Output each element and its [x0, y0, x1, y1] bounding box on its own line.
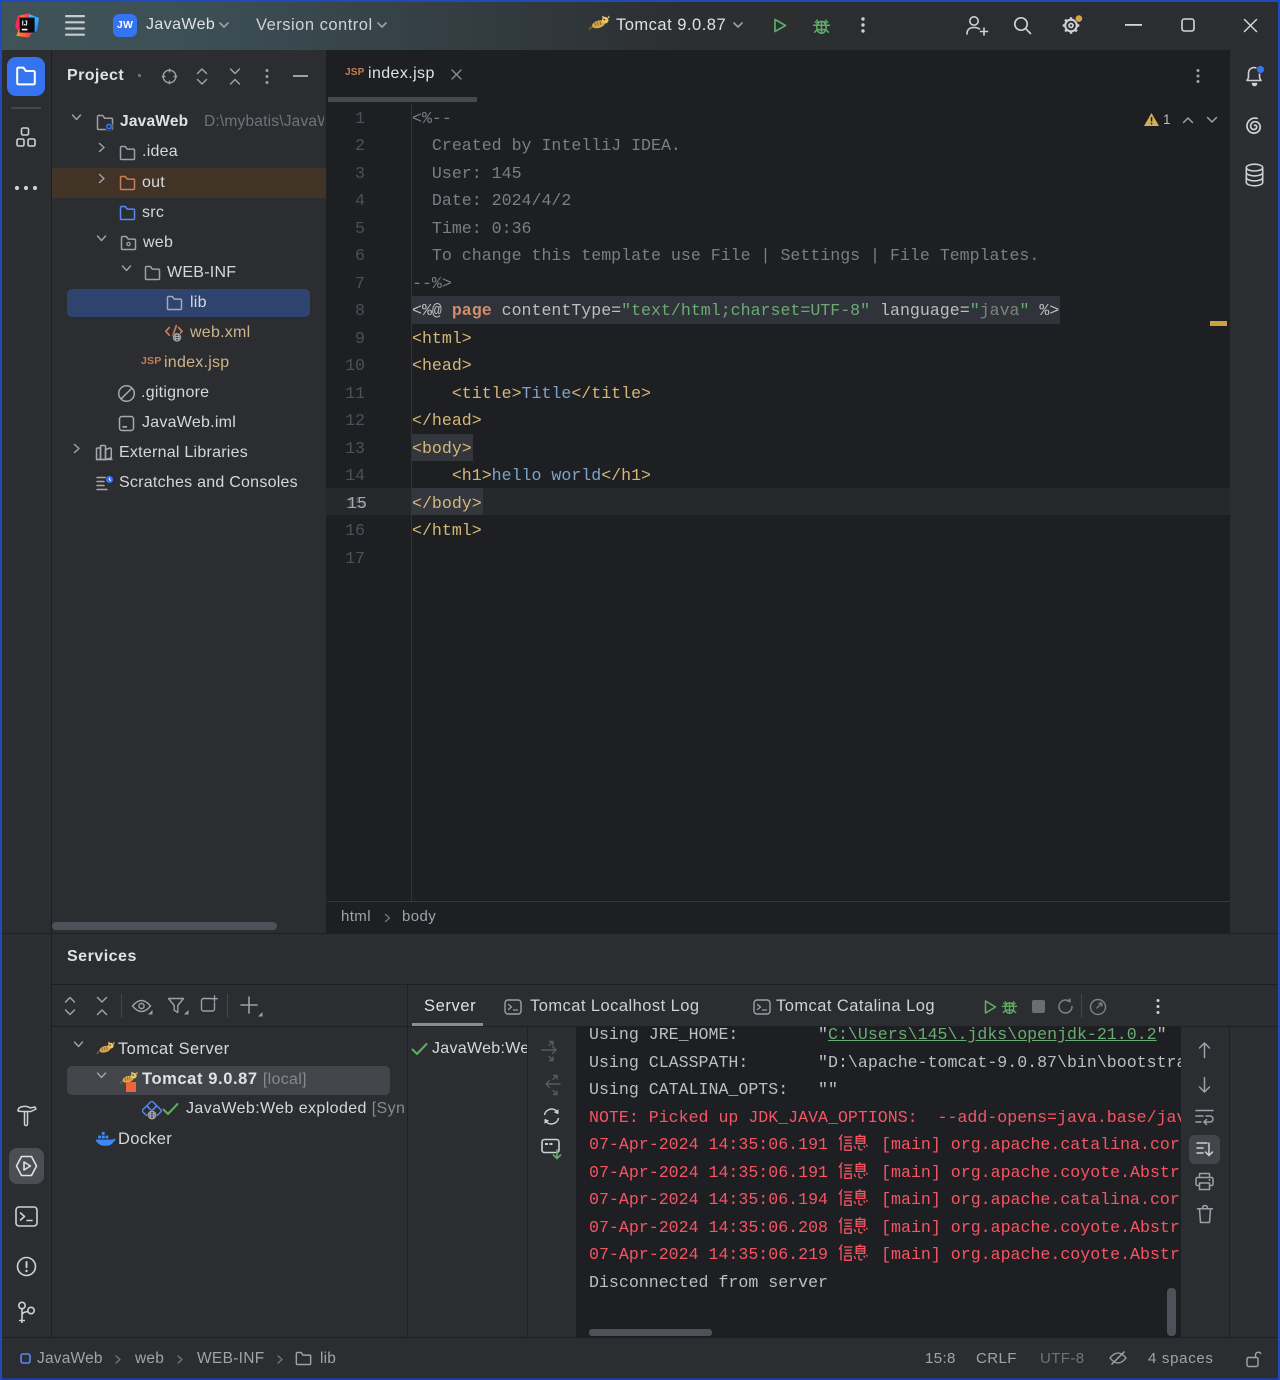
svg-text:IJ: IJ	[22, 21, 28, 28]
